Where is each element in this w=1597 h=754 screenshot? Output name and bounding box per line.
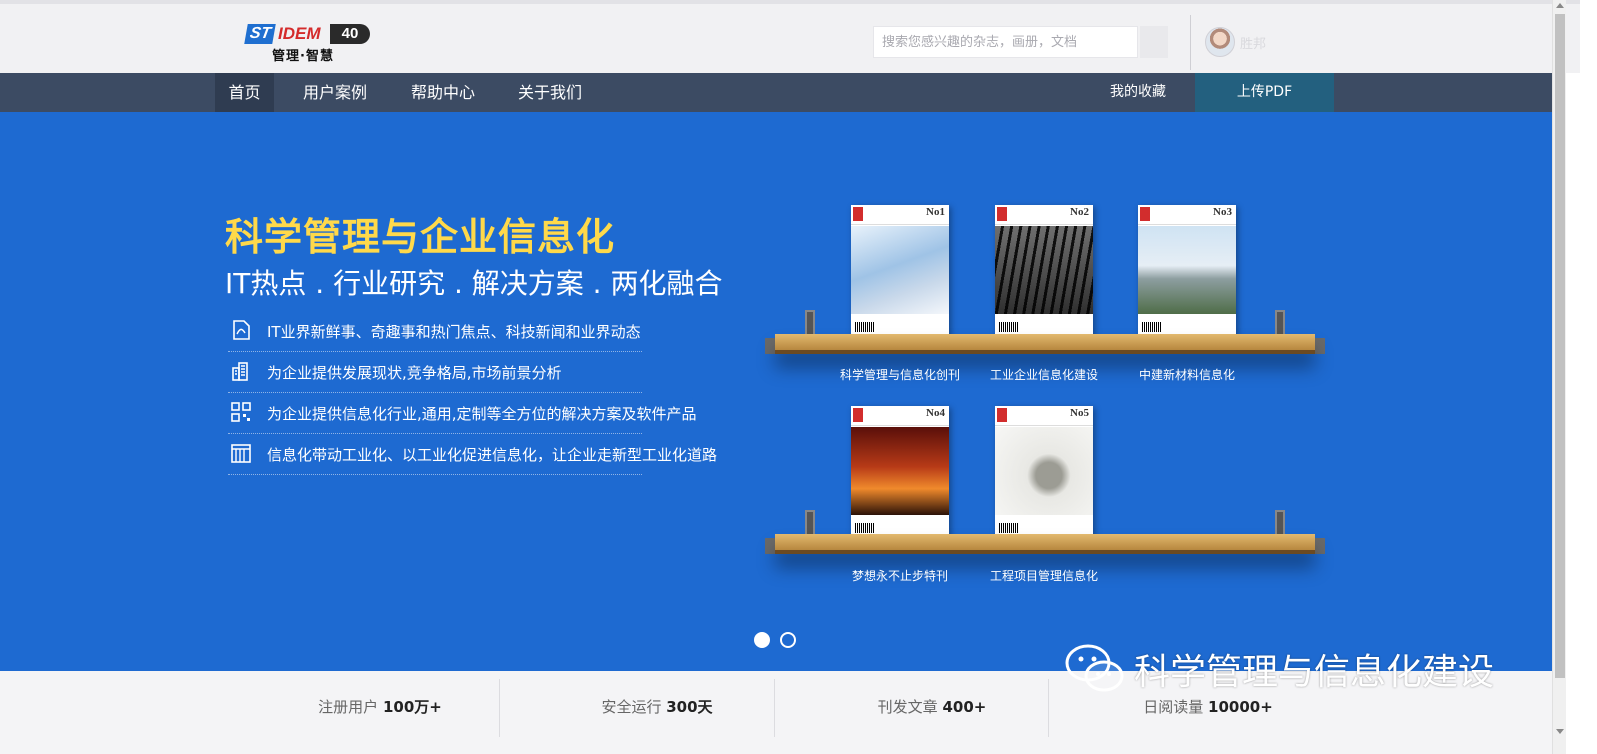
feature-list: IT业界新鲜事、奇趣事和热门焦点、科技新闻和业界动态 为企业提供发展现状,竞争格… <box>228 311 717 475</box>
wechat-watermark: 科学管理与信息化建设 <box>1064 641 1494 697</box>
document-icon <box>233 320 250 340</box>
watermark-text: 科学管理与信息化建设 <box>1134 652 1495 693</box>
feature-text: 为企业提供发展现状,竞争格局,市场前景分析 <box>267 364 562 382</box>
nav-item-home[interactable]: 首页 <box>215 73 274 112</box>
magazine-number: No4 <box>926 407 945 419</box>
magazine-cover[interactable]: No3 <box>1138 205 1236 338</box>
feature-item: 为企业提供发展现状,竞争格局,市场前景分析 <box>228 352 642 393</box>
bookshelf <box>765 510 1325 562</box>
stat-divider <box>1048 679 1049 737</box>
carousel-dot-1[interactable] <box>754 632 770 648</box>
factory-icon <box>231 444 251 463</box>
qrcode-icon <box>231 402 251 422</box>
stat-registered-users: 注册用户 100万+ <box>260 671 500 744</box>
stat-uptime: 安全运行 300天 <box>537 671 777 744</box>
feature-item: 为企业提供信息化行业,通用,定制等全方位的解决方案及软件产品 <box>228 393 697 434</box>
search-button[interactable] <box>1140 26 1168 58</box>
stat-value: 100万+ <box>382 698 442 716</box>
magazine-number: No2 <box>1070 206 1089 218</box>
wechat-icon <box>1065 644 1124 692</box>
feature-text: IT业界新鲜事、奇趣事和热门焦点、科技新闻和业界动态 <box>267 323 641 341</box>
upload-pdf-button[interactable]: 上传PDF <box>1195 73 1334 112</box>
magazine-title[interactable]: 中建新材料信息化 <box>1112 366 1262 383</box>
magazine-number: No1 <box>926 206 945 218</box>
stat-value: 300天 <box>666 698 713 716</box>
magazine-cover[interactable]: No4 <box>851 406 949 539</box>
stat-label: 注册用户 <box>318 698 379 716</box>
stat-label: 日阅读量 <box>1143 698 1204 716</box>
main-nav: 首页 用户案例 帮助中心 关于我们 我的收藏 上传PDF <box>0 73 1552 112</box>
magazine-number: No3 <box>1213 206 1232 218</box>
page: ST IDEM 40 管理·智慧 胜邦 首页 用户案例 帮助中心 关于我们 我的… <box>0 0 1597 754</box>
logo-part-st: ST <box>244 24 277 44</box>
logo-part-idem: IDEM <box>278 24 321 43</box>
username[interactable]: 胜邦 <box>1240 33 1266 52</box>
magazine-title[interactable]: 梦想永不止步特刊 <box>825 567 975 584</box>
scroll-up-icon[interactable] <box>1556 3 1564 8</box>
stat-divider <box>499 679 500 737</box>
magazine-cover[interactable]: No1 <box>851 205 949 338</box>
top-header: ST IDEM 40 管理·智慧 胜邦 <box>0 0 1580 73</box>
logo-subtitle: 管理·智慧 <box>272 49 334 64</box>
magazine-title[interactable]: 工程项目管理信息化 <box>969 567 1119 584</box>
stat-value: 10000+ <box>1208 698 1273 716</box>
logo-part-number: 40 <box>330 24 370 44</box>
stat-divider <box>774 679 775 737</box>
vertical-scrollbar[interactable] <box>1552 0 1566 754</box>
carousel-dot-2[interactable] <box>780 632 796 648</box>
nav-item-about[interactable]: 关于我们 <box>505 73 595 112</box>
hero-subtitle: IT热点 . 行业研究 . 解决方案 . 两化融合 <box>225 267 723 300</box>
nav-item-cases[interactable]: 用户案例 <box>290 73 380 112</box>
magazine-cover[interactable]: No2 <box>995 205 1093 338</box>
bookshelf <box>765 310 1325 362</box>
hero-title: 科学管理与企业信息化 <box>225 215 616 259</box>
stat-label: 安全运行 <box>601 698 662 716</box>
stat-label: 刊发文章 <box>877 698 938 716</box>
stat-value: 400+ <box>942 698 987 716</box>
feature-text: 为企业提供信息化行业,通用,定制等全方位的解决方案及软件产品 <box>267 405 697 423</box>
feature-item: IT业界新鲜事、奇趣事和热门焦点、科技新闻和业界动态 <box>228 311 642 352</box>
feature-item: 信息化带动工业化、以工业化促进信息化，让企业走新型工业化道路 <box>228 434 717 475</box>
site-logo[interactable]: ST IDEM 40 管理·智慧 <box>244 18 376 64</box>
magazine-title[interactable]: 工业企业信息化建设 <box>969 366 1119 383</box>
stat-articles: 刊发文章 400+ <box>812 671 1052 744</box>
magazine-number: No5 <box>1070 407 1089 419</box>
logo-mark: ST IDEM 40 <box>244 24 370 44</box>
feature-text: 信息化带动工业化、以工业化促进信息化，让企业走新型工业化道路 <box>267 446 718 464</box>
search-input[interactable] <box>873 26 1138 58</box>
scroll-down-icon[interactable] <box>1556 729 1564 734</box>
avatar[interactable] <box>1205 27 1235 57</box>
buildings-icon <box>232 362 248 381</box>
hero-banner: 科学管理与企业信息化 IT热点 . 行业研究 . 解决方案 . 两化融合 IT业… <box>0 112 1552 671</box>
scrollbar-thumb[interactable] <box>1555 14 1565 678</box>
magazine-title[interactable]: 科学管理与信息化创刊 <box>825 366 975 383</box>
nav-item-help[interactable]: 帮助中心 <box>398 73 488 112</box>
favorites-link[interactable]: 我的收藏 <box>1096 73 1180 112</box>
header-divider <box>1190 15 1191 70</box>
magazine-cover[interactable]: No5 <box>995 406 1093 539</box>
